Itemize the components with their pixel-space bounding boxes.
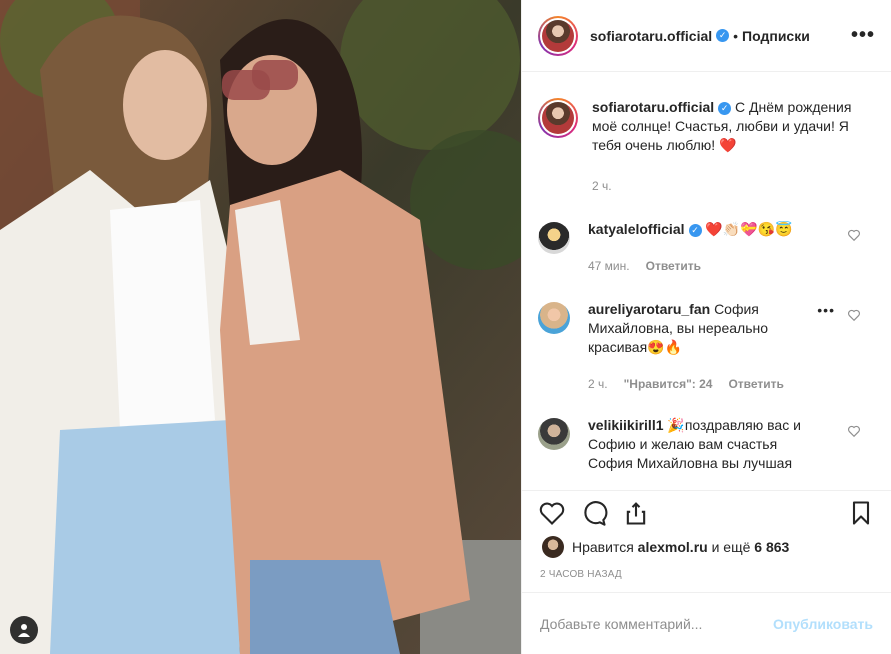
- separator-dot: •: [733, 27, 739, 44]
- comment-time[interactable]: 47 мин.: [588, 257, 630, 276]
- reply-button[interactable]: Ответить: [646, 257, 701, 276]
- comment-avatar[interactable]: [538, 222, 570, 254]
- likes-count[interactable]: 6 863: [754, 539, 789, 555]
- caption-emoji: ❤️: [719, 137, 737, 153]
- likes-summary: Нравится alexmol.ru и ещё 6 863: [542, 536, 789, 558]
- reply-button[interactable]: Ответить: [728, 375, 783, 394]
- comments-list[interactable]: sofiarotaru.official ✓ С Днём рождения мо…: [522, 72, 891, 490]
- comment-time[interactable]: 2 ч.: [588, 375, 608, 394]
- like-comment-icon[interactable]: [847, 424, 861, 438]
- share-icon[interactable]: [622, 499, 650, 527]
- comment-username[interactable]: aureliyarotaru_fan: [588, 301, 710, 317]
- post-panel: sofiarotaru.official ✓ • Подписки ••• so…: [521, 0, 891, 654]
- comment-icon[interactable]: [580, 499, 608, 527]
- comment-item: velikiikirill1 🎉поздравляю вас и Софию и…: [522, 416, 891, 473]
- caption-avatar[interactable]: [538, 98, 578, 138]
- author-avatar[interactable]: [538, 15, 578, 56]
- like-comment-icon[interactable]: [847, 228, 861, 242]
- comment-item: aureliyarotaru_fan София Михайловна, вы …: [522, 300, 891, 394]
- comment-text: ❤️👏🏻💝😘😇: [705, 221, 793, 237]
- comment-username[interactable]: katyalelofficial: [588, 221, 685, 237]
- comment-avatar[interactable]: [538, 418, 570, 450]
- action-bar: [522, 490, 891, 534]
- like-icon[interactable]: [538, 499, 566, 527]
- following-button[interactable]: Подписки: [742, 28, 810, 44]
- comment-likes[interactable]: "Нравится": 24: [624, 375, 713, 394]
- comment-input[interactable]: Добавьте комментарий...: [540, 616, 702, 632]
- caption-username[interactable]: sofiarotaru.official: [592, 99, 714, 115]
- post-timestamp: 2 ЧАСОВ НАЗАД: [540, 569, 622, 580]
- verified-icon: ✓: [688, 224, 702, 237]
- more-options-icon[interactable]: •••: [851, 24, 875, 47]
- verified-icon: ✓: [718, 102, 732, 115]
- add-comment-bar: Добавьте комментарий... Опубликовать: [522, 592, 891, 654]
- like-comment-icon[interactable]: [847, 308, 861, 322]
- publish-button[interactable]: Опубликовать: [773, 616, 873, 632]
- caption: sofiarotaru.official ✓ С Днём рождения мо…: [522, 72, 891, 196]
- comment-options-icon[interactable]: •••: [817, 302, 835, 318]
- author-username[interactable]: sofiarotaru.official: [590, 28, 712, 44]
- comment-item: katyalelofficial ✓ ❤️👏🏻💝😘😇 47 мин. Ответит…: [522, 220, 891, 276]
- caption-time[interactable]: 2 ч.: [592, 177, 612, 196]
- post-photo[interactable]: [0, 0, 521, 654]
- user-icon: [18, 624, 30, 637]
- liker-avatar[interactable]: [542, 536, 564, 558]
- likes-prefix: Нравится: [572, 539, 634, 555]
- comment-avatar[interactable]: [538, 302, 570, 334]
- likes-mid: и ещё: [711, 539, 751, 555]
- verified-icon: ✓: [716, 29, 730, 42]
- save-icon[interactable]: [847, 499, 875, 527]
- tagged-users-button[interactable]: [10, 616, 38, 644]
- comment-username[interactable]: velikiikirill1: [588, 417, 664, 433]
- liker-username[interactable]: alexmol.ru: [638, 539, 708, 555]
- photo-illustration: [0, 0, 521, 654]
- post-header: sofiarotaru.official ✓ • Подписки •••: [522, 0, 891, 72]
